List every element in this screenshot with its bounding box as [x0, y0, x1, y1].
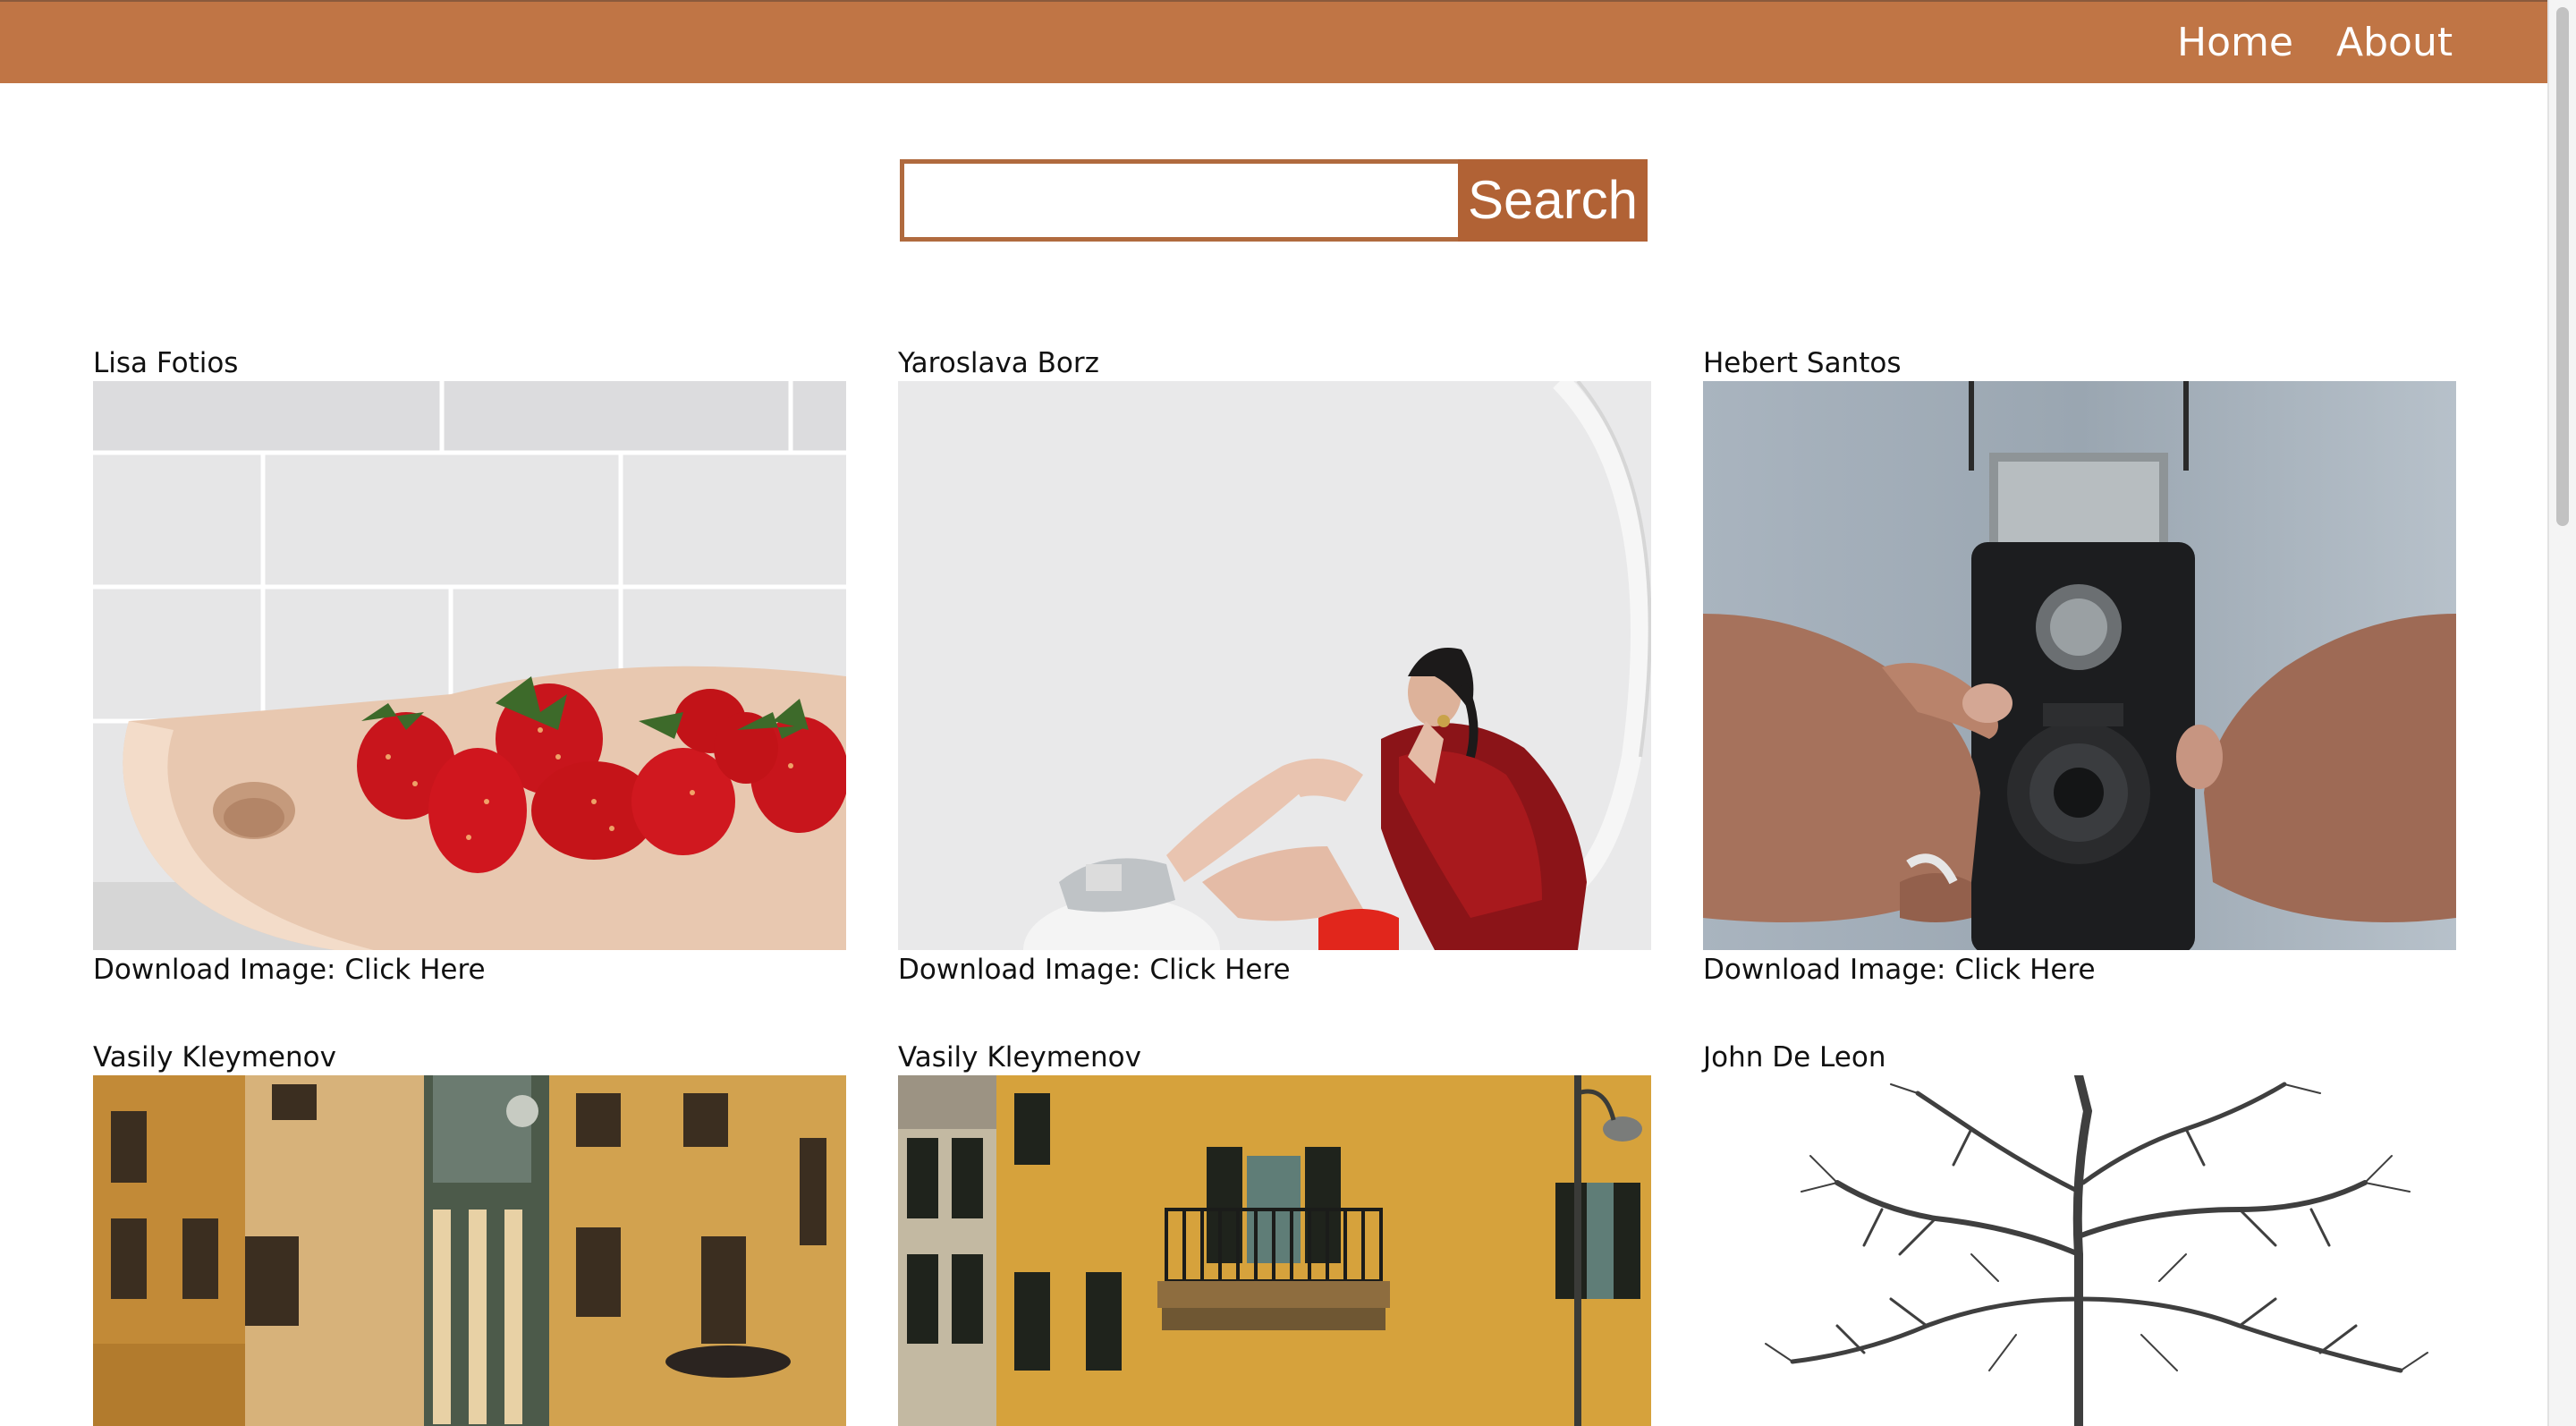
woman-seated-photo[interactable] — [898, 381, 1651, 950]
page: Home About Search Lisa Fotios Download I… — [0, 0, 2576, 1426]
bare-tree-photo[interactable] — [1703, 1075, 2456, 1426]
gallery-card: Vasily Kleymenov — [898, 1040, 1651, 1426]
nav-home-link[interactable]: Home — [2177, 18, 2293, 68]
download-link[interactable]: Click Here — [1954, 954, 2095, 986]
download-row: Download Image: Click Here — [93, 952, 486, 988]
download-row: Download Image: Click Here — [898, 952, 1291, 988]
top-nav-bar: Home About — [0, 0, 2547, 83]
gallery-card: Yaroslava Borz Download Image: Click Her… — [898, 345, 1651, 989]
gallery-card: Lisa Fotios Download Image: Click Here — [93, 345, 846, 989]
search-form: Search — [900, 159, 1648, 242]
gallery-card: Hebert Santos Download Image: Click Here — [1703, 345, 2456, 989]
download-row: Download Image: Click Here — [1703, 952, 2096, 988]
strawberries-photo[interactable] — [93, 381, 846, 950]
photographer-name: Yaroslava Borz — [898, 347, 1099, 379]
search-button[interactable]: Search — [1458, 159, 1648, 242]
vintage-camera-photo[interactable] — [1703, 381, 2456, 950]
photographer-name: John De Leon — [1703, 1041, 1886, 1074]
download-link[interactable]: Click Here — [1149, 954, 1290, 986]
download-label: Download Image: — [1703, 954, 1946, 986]
search-input[interactable] — [900, 159, 1458, 242]
download-label: Download Image: — [93, 954, 336, 986]
nav-about-link[interactable]: About — [2336, 18, 2453, 68]
photographer-name: Lisa Fotios — [93, 347, 239, 379]
photographer-name: Vasily Kleymenov — [93, 1041, 336, 1074]
page-scrollbar[interactable] — [2547, 0, 2576, 1426]
gallery-card: John De Leon — [1703, 1040, 2456, 1426]
scrollbar-thumb[interactable] — [2556, 7, 2569, 526]
gallery-card: Vasily Kleymenov — [93, 1040, 846, 1426]
photographer-name: Hebert Santos — [1703, 347, 1902, 379]
yellow-building-balcony-photo[interactable] — [898, 1075, 1651, 1426]
photographer-name: Vasily Kleymenov — [898, 1041, 1141, 1074]
old-town-buildings-photo[interactable] — [93, 1075, 846, 1426]
download-link[interactable]: Click Here — [344, 954, 485, 986]
download-label: Download Image: — [898, 954, 1141, 986]
